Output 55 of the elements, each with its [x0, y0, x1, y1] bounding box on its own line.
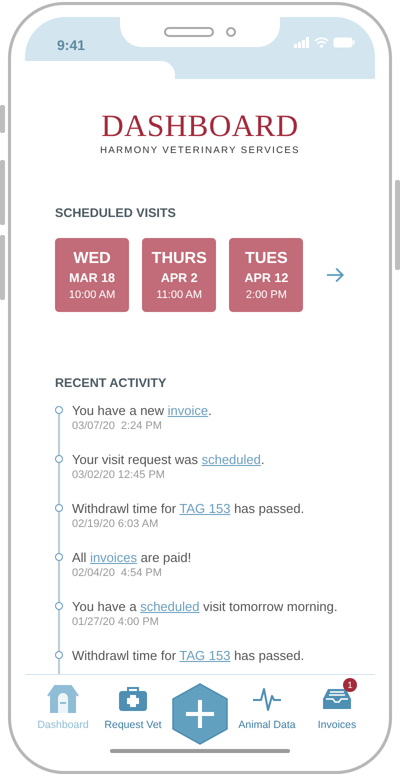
visit-day: THURS	[152, 250, 207, 268]
activity-link[interactable]: scheduled	[140, 599, 200, 614]
activity-message: All invoices are paid!	[72, 550, 192, 565]
barn-icon	[46, 684, 80, 714]
tab-bar-item[interactable]: Dashboard	[31, 678, 95, 731]
activity-message: You have a new invoice.	[72, 403, 213, 418]
wifi-icon	[314, 37, 329, 48]
activity-message: You have a scheduled visit tomorrow morning.	[72, 599, 338, 614]
plus-icon	[185, 699, 215, 729]
activity-link[interactable]: scheduled	[202, 452, 261, 467]
visit-date: MAR 18	[69, 270, 115, 284]
timeline-dot	[55, 455, 63, 463]
page-title: DASHBOARD	[100, 109, 300, 143]
tab-bar-item[interactable]: 1 Invoices	[305, 678, 369, 731]
camera-icon	[226, 27, 236, 37]
notification-badge: 1	[343, 678, 357, 692]
visit-time: 2:00 PM	[246, 288, 287, 300]
activity-timestamp: 03/02/20 12:45 PM	[72, 469, 166, 481]
visit-day: WED	[73, 250, 111, 268]
timeline-dot	[55, 406, 63, 414]
section-heading: RECENT ACTIVITY	[55, 376, 168, 390]
battery-icon	[333, 37, 355, 48]
activity-message: Withdrawl time for TAG 153 has passed.	[72, 501, 306, 516]
timeline-dot	[55, 651, 63, 659]
arrow-right-icon[interactable]	[326, 267, 345, 283]
visit-day: TUES	[245, 250, 288, 268]
page-subtitle: HARMONY VETERINARY SERVICES	[99, 145, 301, 156]
activity-link[interactable]: invoice	[168, 403, 208, 418]
timeline-dot	[55, 553, 63, 561]
activity-timestamp: 03/07/20 2:24 PM	[72, 420, 163, 432]
activity-message: Withdrawl time for TAG 153 has passed.	[72, 648, 306, 663]
visit-date: APR 12	[244, 270, 288, 284]
tab-bar-item[interactable]: Animal Data	[235, 678, 299, 731]
visit-date: APR 2	[160, 270, 198, 284]
activity-link[interactable]: TAG 153	[179, 501, 230, 516]
activity-message: Your visit request was scheduled.	[72, 452, 266, 467]
activity-link[interactable]: TAG 153	[179, 648, 230, 663]
status-time: 9:41	[57, 37, 86, 53]
medical-kit-icon	[118, 684, 148, 714]
section-heading: SCHEDULED VISITS	[55, 206, 177, 220]
visit-card[interactable]: WED MAR 18 10:00 AM	[55, 238, 130, 312]
activity-timestamp: 01/27/20 4:00 PM	[72, 616, 160, 628]
visit-card[interactable]: THURS APR 2 11:00 AM	[142, 238, 216, 312]
add-button[interactable]	[171, 683, 229, 745]
visit-time: 10:00 AM	[68, 288, 116, 300]
tab-bar-item[interactable]: Request Vet	[101, 678, 165, 731]
visit-card[interactable]: TUES APR 12 2:00 PM	[229, 238, 304, 312]
timeline-dot	[55, 504, 63, 512]
signal-icon	[294, 37, 310, 48]
timeline-dot	[55, 602, 63, 610]
activity-link[interactable]: invoices	[90, 550, 138, 565]
activity-timestamp: 02/19/20 6:03 AM	[72, 518, 160, 530]
visit-time: 11:00 AM	[156, 288, 202, 300]
speaker-icon	[164, 27, 214, 37]
activity-timestamp: 02/04/20 4:54 PM	[72, 567, 163, 579]
